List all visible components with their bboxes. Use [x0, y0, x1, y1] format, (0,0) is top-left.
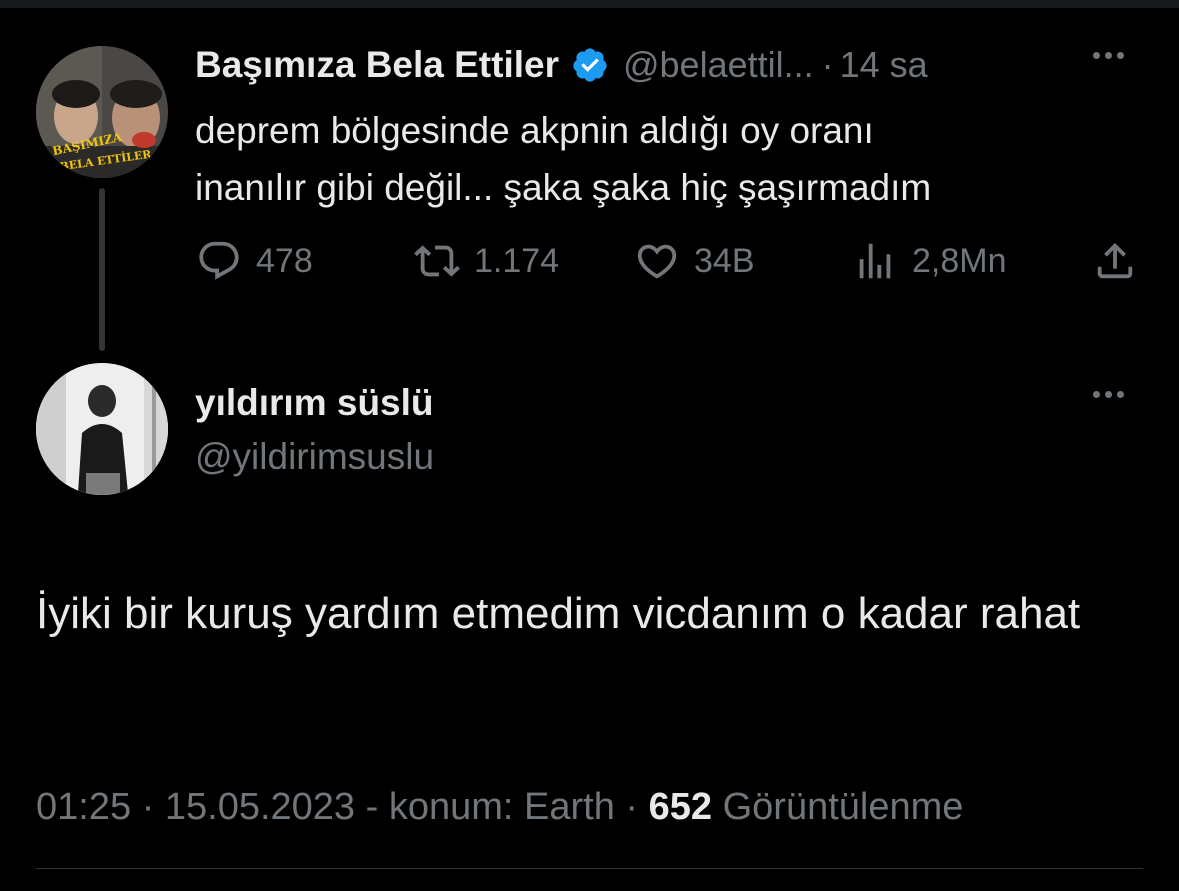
reply-count: 478 — [256, 241, 313, 280]
retweet-count: 1.174 — [474, 241, 560, 280]
handle[interactable]: @belaettil... — [623, 44, 814, 86]
retweet-icon — [414, 245, 460, 277]
like-count: 34B — [694, 241, 755, 280]
tweet-header: Başımıza Bela Ettiler @belaettil... · 14… — [195, 40, 928, 90]
retweet-button[interactable]: 1.174 — [414, 238, 559, 284]
like-button[interactable]: 34B — [634, 238, 755, 284]
heart-icon — [637, 244, 677, 279]
separator-dot: · — [821, 44, 834, 85]
timestamp[interactable]: 14 sa — [840, 44, 928, 86]
more-options-icon[interactable] — [1093, 52, 1129, 59]
share-button[interactable] — [1092, 238, 1138, 284]
verified-badge-icon — [573, 48, 607, 82]
tweet-metadata: 01:25 · 15.05.2023 - konum: Earth · 652 … — [36, 786, 963, 829]
separator-dot: · — [625, 786, 639, 828]
share-icon — [1097, 242, 1133, 279]
views-chart-icon — [859, 243, 891, 279]
tweet-time[interactable]: 01:25 — [36, 786, 131, 828]
view-label: Görüntülenme — [722, 786, 964, 828]
more-options-icon[interactable] — [1093, 391, 1129, 398]
tweet-location: - konum: Earth — [365, 786, 615, 828]
avatar-photo: BAŞIMIZA BELA ETTİLER — [36, 46, 168, 178]
top-bar — [0, 0, 1179, 8]
tweet-text-line: inanılır gibi değil... şaka şaka hiç şaş… — [195, 167, 932, 208]
handle[interactable]: @yildirimsuslu — [195, 436, 434, 478]
display-name[interactable]: Başımıza Bela Ettiler — [195, 44, 559, 86]
views-button[interactable]: 2,8Mn — [852, 238, 1007, 284]
divider — [36, 868, 1143, 869]
avatar[interactable] — [36, 363, 168, 495]
tweet-text-line: deprem bölgesinde akpnin aldığı oy oranı — [195, 110, 874, 151]
thread-connector — [99, 188, 105, 351]
reply-icon — [199, 241, 239, 280]
avatar[interactable]: BAŞIMIZA BELA ETTİLER — [36, 46, 168, 178]
tweet-date[interactable]: 15.05.2023 — [165, 786, 355, 828]
tweet-text: deprem bölgesinde akpnin aldığı oy oranı… — [195, 102, 1145, 216]
view-count: 2,8Mn — [912, 241, 1007, 280]
separator-dot: · — [141, 786, 155, 828]
display-name[interactable]: yıldırım süslü — [195, 382, 434, 424]
avatar-photo — [36, 363, 168, 495]
view-count: 652 — [648, 786, 713, 828]
tweet-text: İyiki bir kuruş yardım etmedim vicdanım … — [36, 589, 1081, 638]
reply-button[interactable]: 478 — [196, 238, 313, 284]
